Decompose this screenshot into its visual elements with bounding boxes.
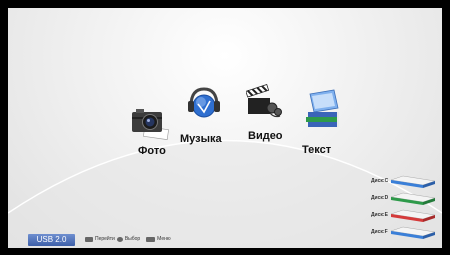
ok-icon xyxy=(116,236,123,242)
menu-label-text: Текст xyxy=(302,144,332,156)
hard-drive-icon xyxy=(390,175,436,188)
disk-label: Диск:C xyxy=(371,178,389,184)
disk-label: Диск:E xyxy=(371,212,388,218)
menu-item-music[interactable]: Музыка xyxy=(180,86,242,146)
clapperboard-icon xyxy=(246,84,282,118)
media-home-screen: Фото Музыка Видео Текст USB 2.0 Перейти … xyxy=(8,8,442,248)
disk-label: Диск:F xyxy=(371,229,388,235)
usb-status-badge: USB 2.0 xyxy=(28,234,75,246)
hint-menu: Меню xyxy=(157,236,171,242)
hard-drive-icon xyxy=(390,226,436,239)
camera-icon xyxy=(132,109,169,140)
control-hints: Перейти Выбор Меню xyxy=(85,236,171,242)
menu-item-photo[interactable]: Фото xyxy=(126,104,186,164)
disk-item-c[interactable]: Диск:C xyxy=(371,175,439,189)
disk-item-e[interactable]: Диск:E xyxy=(371,209,439,223)
menu-item-video[interactable]: Видео xyxy=(242,82,302,142)
menu-key-icon xyxy=(146,236,156,242)
hard-drive-icon xyxy=(390,209,436,222)
arrows-icon xyxy=(85,236,93,242)
disk-item-f[interactable]: Диск:F xyxy=(371,226,439,240)
menu-label-video: Видео xyxy=(248,130,283,142)
menu-item-text[interactable]: Текст xyxy=(300,88,360,158)
hard-drive-icon xyxy=(390,192,436,205)
books-icon xyxy=(306,89,339,127)
menu-label-photo: Фото xyxy=(138,145,166,157)
hint-navigate: Перейти xyxy=(95,236,115,242)
disk-item-d[interactable]: Диск:D xyxy=(371,192,439,206)
disk-label: Диск:D xyxy=(371,195,389,201)
headphones-icon xyxy=(188,87,220,118)
hint-select: Выбор xyxy=(124,236,141,242)
menu-label-music: Музыка xyxy=(180,133,222,145)
